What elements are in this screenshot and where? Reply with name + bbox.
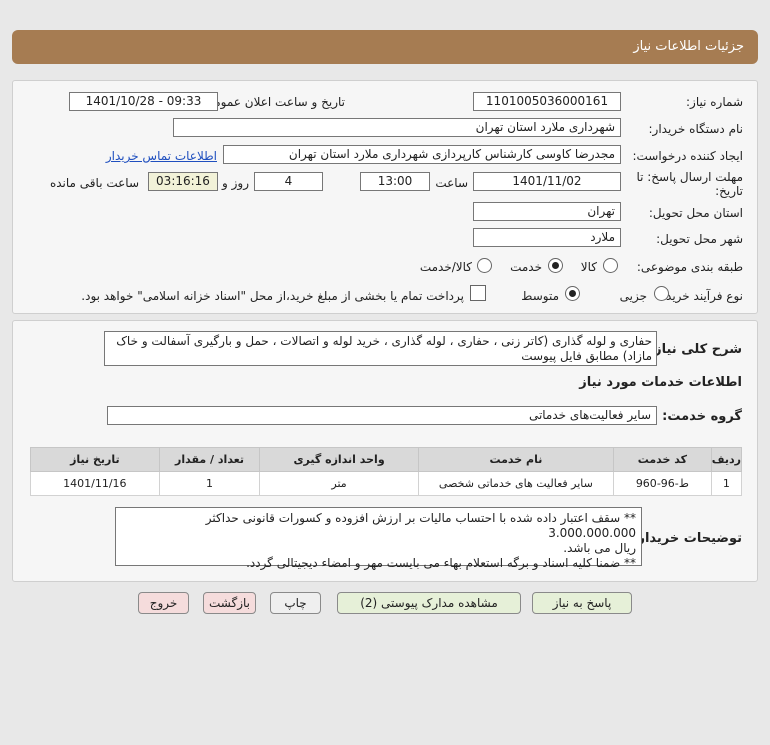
summary-text-line-1: حفاری و لوله گذاری (کاتر زنی ، حفاری ، ل… bbox=[116, 334, 652, 348]
buyer-org-label: نام دستگاه خریدار: bbox=[648, 122, 744, 136]
treasury-payment-checkbox[interactable] bbox=[470, 285, 486, 301]
cell-quantity: 1 bbox=[158, 471, 261, 496]
buyer-org-field[interactable]: شهرداری ملارد استان تهران bbox=[173, 118, 621, 137]
remaining-time-label: ساعت باقی مانده bbox=[49, 176, 139, 190]
delivery-city-label: شهر محل تحویل: bbox=[656, 232, 743, 246]
need-number-field[interactable]: 1101005036000161 bbox=[473, 92, 621, 111]
buyer-contact-link[interactable]: اطلاعات تماس خریدار bbox=[106, 149, 217, 163]
buyer-notes-line-2: ریال می باشد. bbox=[563, 541, 636, 555]
back-button[interactable]: بازگشت bbox=[203, 592, 256, 614]
cell-row-number: 1 bbox=[710, 471, 743, 496]
request-creator-label: ایجاد کننده درخواست: bbox=[632, 149, 743, 163]
category-service-radio[interactable] bbox=[548, 258, 563, 273]
buyer-notes-line-1: ** سقف اعتبار داده شده با احتساب مالیات … bbox=[205, 511, 636, 540]
view-attachments-button[interactable]: مشاهده مدارک پیوستی (2) bbox=[337, 592, 521, 614]
reply-button[interactable]: پاسخ به نیاز bbox=[532, 592, 632, 614]
service-group-field[interactable]: سایر فعالیت‌های خدماتی bbox=[107, 406, 657, 425]
cell-service-code: ط-96-960 bbox=[613, 471, 712, 496]
process-minor-radio[interactable] bbox=[654, 286, 669, 301]
col-header-row-number: ردیف bbox=[710, 447, 743, 472]
category-label: طبقه بندی موضوعی: bbox=[636, 260, 743, 274]
remaining-days-field[interactable]: 4 bbox=[254, 172, 323, 191]
cell-need-date: 1401/11/16 bbox=[30, 471, 160, 496]
summary-text-box[interactable]: حفاری و لوله گذاری (کاتر زنی ، حفاری ، ل… bbox=[104, 331, 657, 366]
request-creator-field[interactable]: مجدرضا کاوسی کارشناس کارپردازی شهرداری م… bbox=[223, 145, 621, 164]
services-table: ردیف کد خدمت نام خدمت واحد اندازه گیری ت… bbox=[30, 447, 743, 496]
exit-button[interactable]: خروج bbox=[138, 592, 189, 614]
summary-label: شرح کلی نیاز: bbox=[648, 342, 742, 357]
deadline-date-field[interactable]: 1401/11/02 bbox=[473, 172, 621, 191]
col-header-service-name: نام خدمت bbox=[417, 447, 615, 472]
need-info-panel bbox=[12, 80, 758, 314]
process-medium-radio[interactable] bbox=[565, 286, 580, 301]
buyer-notes-box[interactable]: ** سقف اعتبار داده شده با احتساب مالیات … bbox=[115, 507, 642, 570]
days-label: روز و bbox=[222, 176, 249, 190]
cell-service-name: سایر فعالیت های خدماتی شخصی bbox=[417, 471, 615, 496]
cell-unit: متر bbox=[259, 471, 419, 496]
category-goods-radio[interactable] bbox=[603, 258, 618, 273]
remaining-time-field: 03:16:16 bbox=[148, 172, 218, 191]
treasury-payment-label: پرداخت تمام یا بخشی از مبلغ خرید،از محل … bbox=[81, 289, 464, 303]
announce-date-field[interactable]: 1401/10/28 - 09:33 bbox=[69, 92, 218, 111]
page-header: جزئیات اطلاعات نیاز bbox=[12, 30, 758, 64]
delivery-city-field[interactable]: ملارد bbox=[473, 228, 621, 247]
delivery-province-field[interactable]: تهران bbox=[473, 202, 621, 221]
deadline-date-label: تاریخ: bbox=[715, 184, 743, 198]
col-header-need-date: تاریخ نیاز bbox=[30, 447, 160, 472]
service-group-label: گروه خدمت: bbox=[662, 409, 742, 424]
process-minor-label: جزیی bbox=[619, 289, 647, 303]
table-row[interactable]: 1 ط-96-960 سایر فعالیت های خدماتی شخصی م… bbox=[30, 471, 743, 496]
category-service-label: خدمت bbox=[510, 260, 542, 274]
buyer-notes-line-3: ** ضمنا کلیه اسناد و برگه استعلام بهاء م… bbox=[246, 556, 636, 570]
page-title: جزئیات اطلاعات نیاز bbox=[633, 39, 744, 54]
category-goods-label: کالا bbox=[580, 260, 597, 274]
col-header-quantity: تعداد / مقدار bbox=[158, 447, 261, 472]
col-header-unit: واحد اندازه گیری bbox=[259, 447, 419, 472]
process-medium-label: متوسط bbox=[521, 289, 559, 303]
buyer-notes-label: توضیحات خریدار: bbox=[632, 531, 742, 546]
process-type-label: نوع فرآیند خرید : bbox=[658, 289, 743, 303]
announce-date-label: تاریخ و ساعت اعلان عمومی: bbox=[200, 95, 345, 109]
category-goods-service-radio[interactable] bbox=[477, 258, 492, 273]
need-number-label: شماره نیاز: bbox=[686, 95, 743, 109]
services-heading: اطلاعات خدمات مورد نیاز bbox=[579, 375, 742, 390]
print-button[interactable]: چاپ bbox=[270, 592, 321, 614]
col-header-service-code: کد خدمت bbox=[613, 447, 712, 472]
deadline-label: مهلت ارسال پاسخ: تا bbox=[636, 170, 743, 184]
category-goods-service-label: کالا/خدمت bbox=[419, 260, 472, 274]
delivery-province-label: استان محل تحویل: bbox=[648, 206, 743, 220]
summary-text-line-2: مازاد) مطابق فایل پیوست bbox=[521, 349, 652, 363]
deadline-time-field[interactable]: 13:00 bbox=[360, 172, 430, 191]
deadline-time-label: ساعت bbox=[435, 176, 468, 190]
